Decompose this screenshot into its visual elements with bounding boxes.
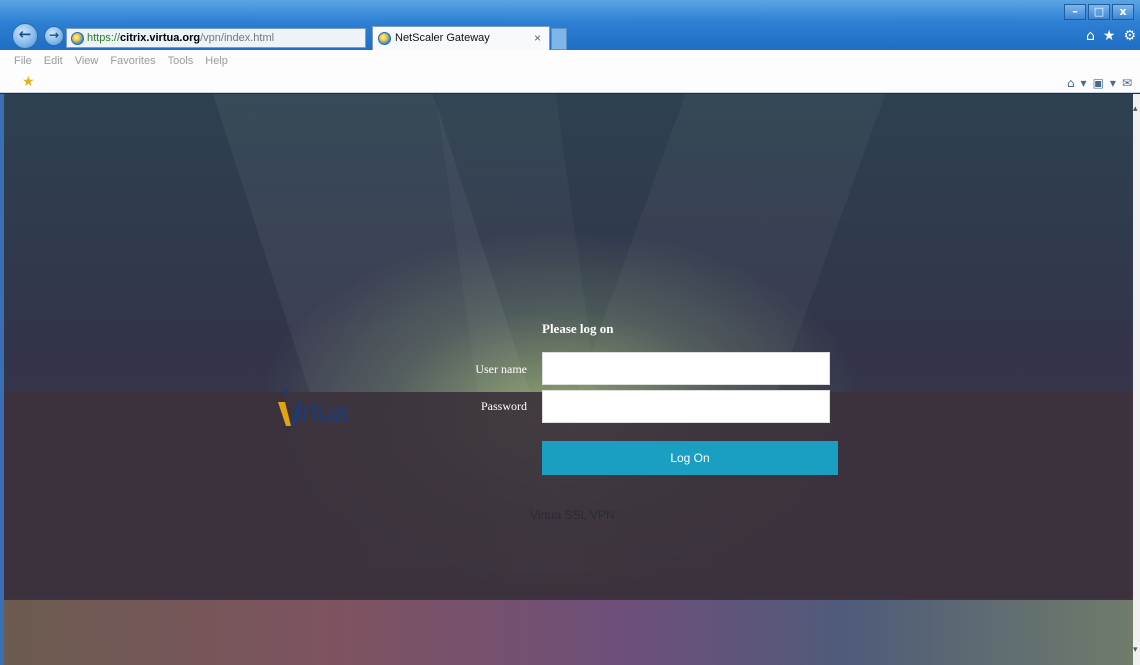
home-dropdown-icon[interactable]: ▾ [1081,76,1087,90]
command-bar-icons: ⌂ ▾ ▣ ▾ ✉ [1067,76,1132,90]
add-favorites-icon[interactable]: ★ [22,74,35,90]
logo-text: irtua [296,396,348,427]
username-input[interactable] [542,352,830,385]
home-page-icon[interactable]: ⌂ [1067,76,1075,90]
window-left-edge [0,94,4,665]
home-icon[interactable]: ⌂ [1086,28,1095,44]
back-button[interactable]: ← [12,23,38,49]
browser-right-icons: ⌂ ★ ⚙ [1086,28,1136,44]
footer-text: Virtua SSL VPN [530,508,615,522]
vertical-scrollbar[interactable]: ▴ ▾ [1133,94,1140,665]
password-label: Password [480,399,527,413]
tab-close-icon[interactable]: × [534,27,541,49]
forward-button[interactable]: → [44,26,64,46]
url-scheme: https:// [87,32,121,44]
menu-favorites[interactable]: Favorites [110,55,155,67]
login-band [0,392,1133,600]
feeds-dropdown-icon[interactable]: ▾ [1110,76,1116,90]
menu-edit[interactable]: Edit [44,55,63,67]
menu-help[interactable]: Help [205,55,228,67]
menu-view[interactable]: View [75,55,99,67]
minimize-button[interactable]: – [1064,4,1086,20]
settings-gear-icon[interactable]: ⚙ [1123,28,1136,44]
maximize-button[interactable]: □ [1088,4,1110,20]
ie-page-icon [71,32,84,45]
ie-tab-icon [378,32,391,45]
mail-icon[interactable]: ✉ [1122,76,1132,90]
close-window-button[interactable]: x [1112,4,1134,20]
browser-title-bar: ← → https://citrix.virtua.org/vpn/index.… [0,0,1140,82]
tab-title: NetScaler Gateway [395,32,490,44]
menu-bar: File Edit View Favorites Tools Help [14,55,228,67]
username-label: User name [475,362,527,376]
menu-file[interactable]: File [14,55,32,67]
virtua-logo: irtua [276,382,376,432]
log-on-button[interactable]: Log On [542,441,838,475]
background-bottom-glow [0,599,1133,665]
url-domain: citrix.virtua.org [120,32,201,44]
password-input[interactable] [542,390,830,423]
tab-netscaler-gateway[interactable]: NetScaler Gateway × [372,26,550,50]
feeds-icon[interactable]: ▣ [1093,76,1104,90]
login-title: Please log on [542,321,614,336]
scroll-up-icon[interactable]: ▴ [1133,104,1138,114]
menu-tools[interactable]: Tools [168,55,194,67]
scroll-down-icon[interactable]: ▾ [1133,645,1138,655]
menu-toolbar: File Edit View Favorites Tools Help ★ ⌂ … [0,50,1140,93]
favorites-star-icon[interactable]: ★ [1103,28,1116,44]
address-bar[interactable]: https://citrix.virtua.org/vpn/index.html… [66,28,397,82]
url-path: /vpn/index.html [200,32,275,44]
new-tab-button[interactable] [551,28,567,50]
window-controls: – □ x [1064,4,1134,20]
